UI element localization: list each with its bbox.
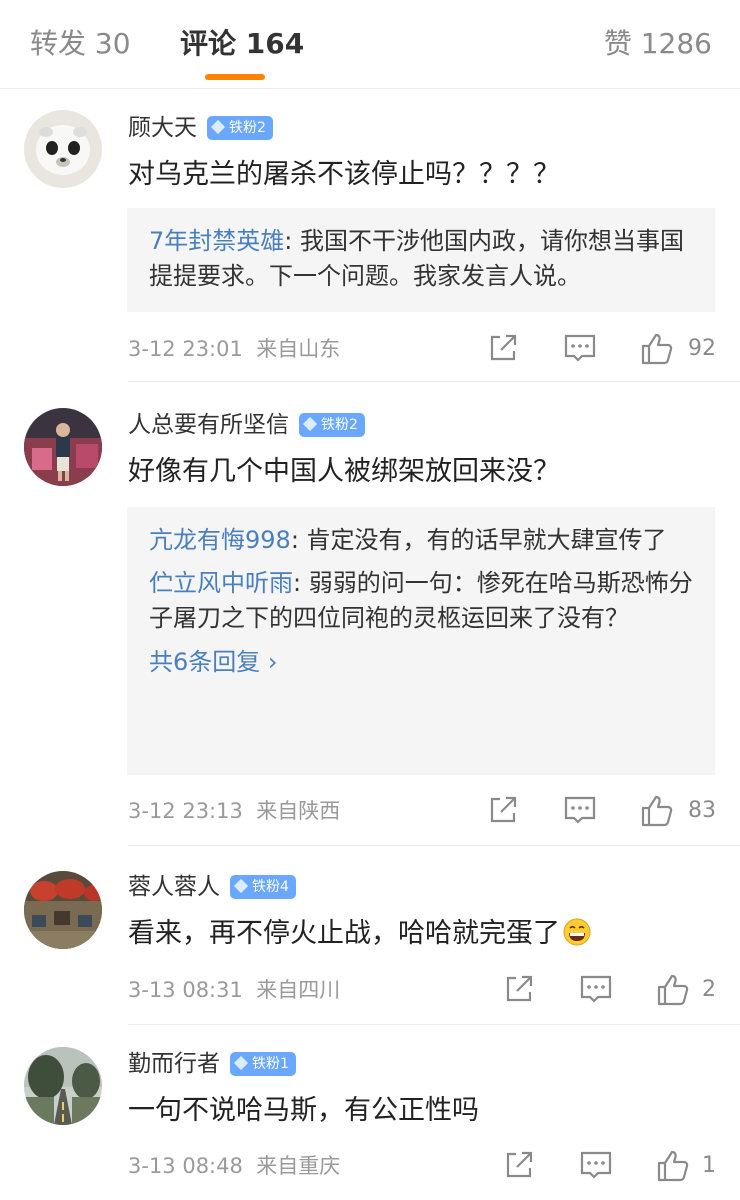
tab-likes[interactable]: 赞 1286	[604, 24, 712, 64]
share-icon	[490, 796, 517, 823]
share-icon	[506, 975, 533, 1002]
fan-badge: 铁粉2	[207, 116, 273, 140]
comment-location: 来自山东	[256, 337, 341, 361]
reply-item: 7年封禁英雄: 我国不干涉他国内政，请你想当事国提提要求。下一个问题。我家发言人…	[149, 224, 693, 294]
active-tab-indicator	[205, 74, 265, 80]
comment-username[interactable]: 勤而行者 铁粉1	[128, 1049, 296, 1079]
comment-username[interactable]: 人总要有所坚信 铁粉2	[128, 410, 365, 440]
reply-button[interactable]	[578, 972, 614, 1008]
avatar[interactable]	[24, 1047, 102, 1125]
like-button[interactable]	[639, 793, 675, 829]
share-icon	[490, 334, 517, 361]
like-button[interactable]	[655, 1148, 691, 1184]
share-button[interactable]	[502, 1148, 536, 1184]
avatar-image	[24, 110, 102, 188]
avatar[interactable]	[24, 408, 102, 486]
comment-location: 来自重庆	[256, 1154, 341, 1178]
comment-actions: 83	[486, 793, 716, 829]
tab-reposts[interactable]: 转发 30	[30, 24, 131, 64]
comment-text: 对乌克兰的屠杀不该停止吗？？？？	[128, 159, 560, 190]
comment-location: 来自陕西	[256, 799, 341, 823]
view-all-replies-link[interactable]: 共6条回复 ›	[149, 644, 693, 680]
grinning-face-emoji-icon	[563, 918, 591, 946]
comment-tabs: 转发 30 评论 164 赞 1286	[0, 0, 740, 89]
divider	[128, 381, 740, 382]
thumbs-up-icon	[657, 1150, 689, 1182]
comment-icon	[580, 1151, 612, 1179]
comment-actions: 92	[486, 331, 716, 367]
diamond-icon	[233, 1055, 249, 1071]
thumbs-up-icon	[657, 974, 689, 1006]
comment-time: 3-12 23:01	[128, 337, 243, 361]
thumbs-up-icon	[641, 795, 673, 827]
share-button[interactable]	[486, 331, 520, 367]
fan-badge: 铁粉2	[299, 413, 365, 437]
avatar-image	[24, 871, 102, 949]
reply-preview-box[interactable]: 7年封禁英雄: 我国不干涉他国内政，请你想当事国提提要求。下一个问题。我家发言人…	[127, 208, 715, 312]
reply-item: 伫立风中听雨: 弱弱的问一句：惨死在哈马斯恐怖分子屠刀之下的四位同袍的灵柩运回来…	[149, 566, 693, 636]
divider	[128, 1024, 740, 1025]
diamond-icon	[210, 119, 226, 135]
comment-meta: 3-12 23:13 来自陕西	[128, 796, 340, 826]
like-count: 1	[702, 1153, 716, 1178]
reply-username[interactable]: 亢龙有悔998	[149, 526, 291, 554]
fan-badge: 铁粉4	[230, 875, 296, 899]
like-count: 92	[688, 336, 716, 361]
comment-username[interactable]: 蓉人蓉人 铁粉4	[128, 872, 296, 902]
comment-time: 3-12 23:13	[128, 799, 243, 823]
comment-time: 3-13 08:48	[128, 1154, 243, 1178]
thumbs-up-icon	[641, 333, 673, 365]
avatar[interactable]	[24, 110, 102, 188]
share-icon	[506, 1151, 533, 1178]
tab-comments[interactable]: 评论 164	[180, 24, 304, 64]
comment-meta: 3-13 08:31 来自四川	[128, 975, 340, 1005]
avatar-image	[24, 1047, 102, 1125]
comment-meta: 3-13 08:48 来自重庆	[128, 1151, 340, 1181]
fan-badge: 铁粉1	[230, 1052, 296, 1076]
like-button[interactable]	[639, 331, 675, 367]
reply-button[interactable]	[562, 331, 598, 367]
reply-preview-box[interactable]: 亢龙有悔998: 肯定没有，有的话早就大肆宣传了 伫立风中听雨: 弱弱的问一句：…	[127, 507, 715, 775]
divider	[128, 845, 740, 846]
reply-button[interactable]	[578, 1148, 614, 1184]
reply-text: : 肯定没有，有的话早就大肆宣传了	[290, 526, 667, 554]
avatar-image	[24, 408, 102, 486]
reply-item: 亢龙有悔998: 肯定没有，有的话早就大肆宣传了	[149, 523, 693, 558]
comment-text: 看来，再不停火止战，哈哈就完蛋了	[128, 914, 718, 954]
comment-text: 一句不说哈马斯，有公正性吗	[128, 1095, 479, 1126]
comment-meta: 3-12 23:01 来自山东	[128, 334, 340, 364]
like-count: 2	[702, 977, 716, 1002]
like-button[interactable]	[655, 972, 691, 1008]
comment-text: 好像有几个中国人被绑架放回来没？	[128, 456, 560, 487]
like-count: 83	[688, 798, 716, 823]
comment-icon	[580, 975, 612, 1003]
comment-actions: 1	[502, 1148, 716, 1184]
share-button[interactable]	[502, 972, 536, 1008]
share-button[interactable]	[486, 793, 520, 829]
reply-username[interactable]: 伫立风中听雨	[149, 569, 293, 597]
reply-button[interactable]	[562, 793, 598, 829]
avatar[interactable]	[24, 871, 102, 949]
reply-username[interactable]: 7年封禁英雄	[149, 227, 284, 255]
diamond-icon	[302, 416, 318, 432]
comment-icon	[564, 334, 596, 362]
comment-location: 来自四川	[256, 978, 341, 1002]
comment-time: 3-13 08:31	[128, 978, 243, 1002]
comment-icon	[564, 796, 596, 824]
diamond-icon	[233, 878, 249, 894]
comment-actions: 2	[502, 972, 716, 1008]
comment-username[interactable]: 顾大天 铁粉2	[128, 113, 273, 143]
